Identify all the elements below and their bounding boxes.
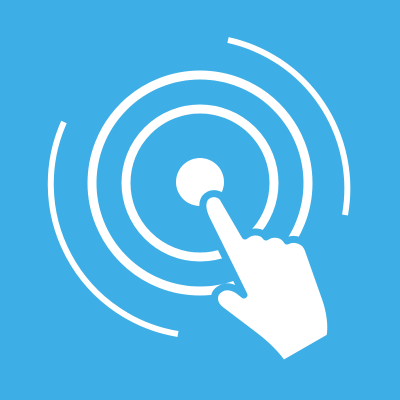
app-icon: [0, 0, 400, 400]
tap-touch-icon: [0, 0, 400, 400]
